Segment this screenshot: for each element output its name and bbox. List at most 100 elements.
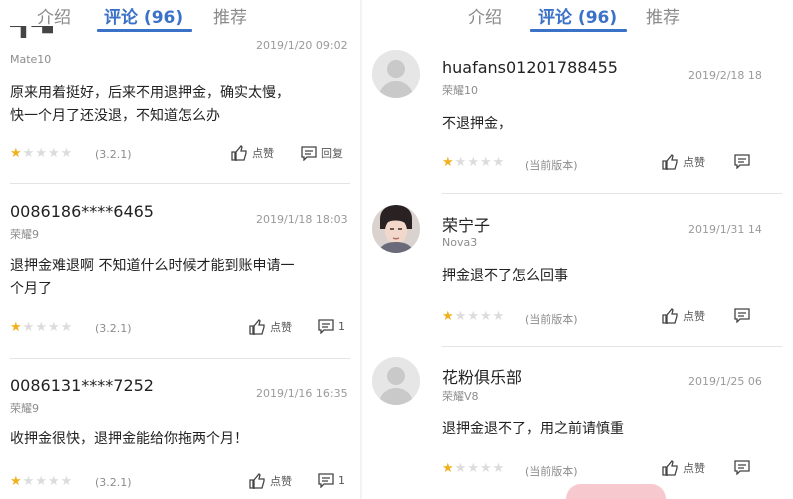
star-empty-icon: ★ xyxy=(467,155,479,170)
reply-button[interactable] xyxy=(734,460,750,475)
star-empty-icon: ★ xyxy=(47,146,60,161)
star-rating: ★ ★ ★ ★ ★ xyxy=(10,147,72,160)
review-username: 0086186****6465 xyxy=(10,202,154,221)
like-button[interactable]: 点赞 xyxy=(231,145,274,161)
review-content: 不退押金， xyxy=(442,113,782,136)
like-button[interactable]: 点赞 xyxy=(249,473,292,489)
avatar[interactable] xyxy=(372,50,420,98)
divider xyxy=(442,346,782,347)
review-device: 荣耀V8 xyxy=(442,390,479,403)
divider xyxy=(442,193,782,194)
review-date: 2019/1/31 14 xyxy=(688,223,762,236)
active-tab-indicator xyxy=(97,29,192,32)
comment-icon xyxy=(318,473,334,488)
review-date: 2019/1/25 06 xyxy=(688,375,762,388)
review-content: 原来用着挺好，后来不用退押金，确实太慢， 快一个月了还没退，不知道怎么办 xyxy=(10,82,355,128)
star-rating: ★ ★ ★ ★ ★ xyxy=(10,321,72,334)
active-tab-indicator xyxy=(530,29,627,32)
like-label: 点赞 xyxy=(270,475,292,488)
tab-reviews[interactable]: 评论 (96) xyxy=(538,3,617,28)
review-version: (3.2.1) xyxy=(95,322,132,335)
star-empty-icon: ★ xyxy=(479,461,492,476)
like-button[interactable]: 点赞 xyxy=(662,154,705,170)
reply-button[interactable]: 回复 xyxy=(301,145,343,161)
star-empty-icon: ★ xyxy=(60,320,73,335)
like-label: 点赞 xyxy=(683,310,705,323)
star-empty-icon: ★ xyxy=(47,474,60,489)
avatar[interactable] xyxy=(372,357,420,405)
default-avatar-icon xyxy=(372,357,420,405)
review-username: 荣宁子 xyxy=(442,216,491,235)
review-version: (3.2.1) xyxy=(95,476,132,489)
star-empty-icon: ★ xyxy=(22,320,35,335)
star-empty-icon: ★ xyxy=(35,474,47,489)
thumbs-up-icon xyxy=(662,308,678,324)
review-content: 退押金退不了，用之前请慎重 xyxy=(442,418,782,441)
tab-recommend[interactable]: 推荐 xyxy=(213,3,247,28)
thumbs-up-icon xyxy=(662,460,678,476)
star-empty-icon: ★ xyxy=(47,320,60,335)
review-date: 2019/1/16 16:35 xyxy=(256,387,348,400)
tab-recommend[interactable]: 推荐 xyxy=(646,3,680,28)
star-empty-icon: ★ xyxy=(467,461,479,476)
review-username: ▔▌▔▀ xyxy=(10,26,54,38)
review-content-line: 原来用着挺好，后来不用退押金，确实太慢， xyxy=(10,85,290,101)
review-device: Nova3 xyxy=(442,236,478,249)
review-date: 2019/2/18 18 xyxy=(688,69,762,82)
review-date: 2019/1/20 09:02 xyxy=(256,39,348,52)
review-username: 花粉俱乐部 xyxy=(442,368,523,387)
like-button[interactable]: 点赞 xyxy=(249,319,292,335)
reply-count: 1 xyxy=(338,320,345,333)
review-version: (当前版本) xyxy=(525,465,578,478)
comment-icon xyxy=(734,154,750,169)
review-content-line: 退押金难退啊 不知道什么时候才能到账申请一 xyxy=(10,258,295,274)
reply-count: 1 xyxy=(338,474,345,487)
review-content-line: 押金退不了怎么回事 xyxy=(442,268,568,284)
reply-button[interactable] xyxy=(734,154,750,169)
star-empty-icon: ★ xyxy=(467,309,479,324)
star-empty-icon: ★ xyxy=(479,309,492,324)
divider xyxy=(10,358,350,359)
reply-button[interactable]: 1 xyxy=(318,319,345,334)
star-rating: ★ ★ ★ ★ ★ xyxy=(442,156,504,169)
thumbs-up-icon xyxy=(249,473,265,489)
comment-icon xyxy=(318,319,334,334)
like-label: 点赞 xyxy=(270,321,292,334)
star-rating: ★ ★ ★ ★ ★ xyxy=(442,462,504,475)
tab-intro[interactable]: 介绍 xyxy=(37,3,71,28)
default-avatar-icon xyxy=(372,50,420,98)
right-screenshot-panel: 介绍 评论 (96) 推荐 huafans01201788455 荣耀10 20… xyxy=(362,0,793,499)
star-empty-icon: ★ xyxy=(35,146,47,161)
star-filled-icon: ★ xyxy=(442,309,454,324)
star-filled-icon: ★ xyxy=(10,474,22,489)
review-version: (3.2.1) xyxy=(95,148,132,161)
star-empty-icon: ★ xyxy=(454,309,467,324)
avatar[interactable] xyxy=(372,205,420,253)
review-content-line: 个月了 xyxy=(10,281,52,297)
tab-intro[interactable]: 介绍 xyxy=(468,3,502,28)
comment-icon xyxy=(301,145,317,161)
like-label: 点赞 xyxy=(683,156,705,169)
review-content-line: 退押金退不了，用之前请慎重 xyxy=(442,421,624,437)
reply-label: 回复 xyxy=(321,147,343,160)
like-button[interactable]: 点赞 xyxy=(662,308,705,324)
left-screenshot-panel: 介绍 评论 (96) 推荐 ▔▌▔▀ Mate10 2019/1/20 09:0… xyxy=(0,0,360,499)
thumbs-up-icon xyxy=(249,319,265,335)
review-content-line: 不退押金， xyxy=(442,116,512,132)
star-filled-icon: ★ xyxy=(10,320,22,335)
review-content: 押金退不了怎么回事 xyxy=(442,265,782,288)
reply-button[interactable] xyxy=(734,308,750,323)
like-button[interactable]: 点赞 xyxy=(662,460,705,476)
comment-icon xyxy=(734,460,750,475)
star-filled-icon: ★ xyxy=(442,155,454,170)
star-empty-icon: ★ xyxy=(35,320,47,335)
thumbs-up-icon xyxy=(662,154,678,170)
review-content-line: 收押金很快，退押金能给你拖两个月！ xyxy=(10,431,248,447)
reply-button[interactable]: 1 xyxy=(318,473,345,488)
review-date: 2019/1/18 18:03 xyxy=(256,213,348,226)
tab-reviews[interactable]: 评论 (96) xyxy=(104,3,183,28)
tab-bar: 介绍 评论 (96) 推荐 xyxy=(362,0,793,38)
star-empty-icon: ★ xyxy=(454,461,467,476)
review-device: 荣耀9 xyxy=(10,402,39,415)
review-content: 退押金难退啊 不知道什么时候才能到账申请一 个月了 xyxy=(10,255,355,301)
